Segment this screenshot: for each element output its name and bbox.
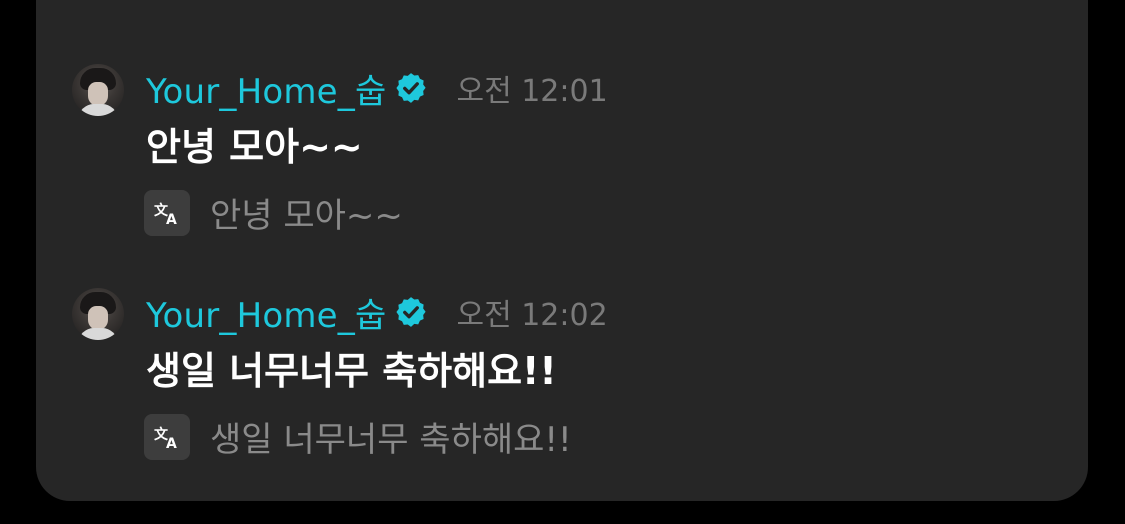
translated-text: 생일 너무너무 축하해요!!: [210, 420, 572, 460]
message-header: Your_Home_숩 오전 12:01: [146, 64, 608, 113]
svg-text:A: A: [166, 212, 177, 228]
avatar[interactable]: [72, 64, 124, 116]
translated-text: 안녕 모아~~: [210, 196, 403, 236]
username[interactable]: Your_Home_숩: [146, 288, 386, 337]
translate-icon[interactable]: 文 A: [144, 413, 190, 460]
verified-badge-icon: [396, 73, 427, 103]
avatar[interactable]: [72, 288, 124, 340]
username[interactable]: Your_Home_숩: [146, 64, 386, 113]
message-header: Your_Home_숩 오전 12:02: [146, 288, 608, 337]
verified-badge-icon: [396, 297, 427, 327]
message-text: 생일 너무너무 축하해요!!: [146, 349, 557, 393]
svg-text:A: A: [166, 436, 177, 452]
translation-row: 文 A 안녕 모아~~: [144, 188, 403, 237]
timestamp: 오전 12:01: [456, 74, 608, 109]
translation-row: 文 A 생일 너무너무 축하해요!!: [144, 412, 572, 461]
message-text: 안녕 모아~~: [146, 125, 363, 169]
timestamp: 오전 12:02: [456, 298, 608, 333]
translate-icon[interactable]: 文 A: [144, 189, 190, 236]
